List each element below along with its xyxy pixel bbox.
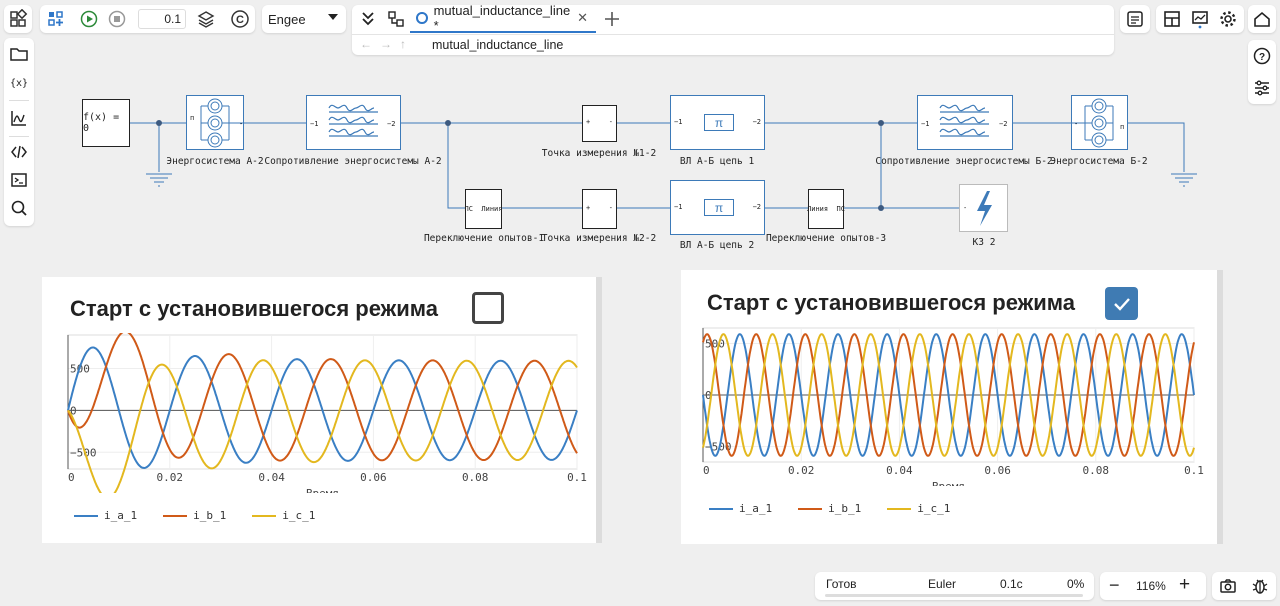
plot-title: Старт с установившегося режима — [707, 290, 1076, 315]
bug-icon[interactable] — [1246, 572, 1274, 600]
plot-area: 00.020.040.060.080.15000−500Время — [67, 333, 587, 493]
plot-frame — [67, 334, 578, 470]
measurement-point-2-label: Точка измерения №2-2 — [541, 233, 657, 244]
zoom-out-icon[interactable]: − — [1109, 575, 1120, 596]
legend-item[interactable]: i_a_1 — [74, 509, 137, 522]
switch-3-block[interactable]: Линия ПС — [807, 189, 845, 229]
fault-label: КЗ 2 — [972, 237, 996, 248]
port-minus-2: −2 — [999, 120, 1007, 128]
x-tick-label: 0.04 — [886, 464, 913, 477]
x-tick-label: 0.06 — [984, 464, 1011, 477]
x-axis-label: Время — [306, 487, 339, 493]
status-text: Готов — [826, 577, 857, 591]
power-system-a-label: Энергосистема А-2 — [166, 156, 264, 167]
power-system-b-label: Энергосистема Б-2 — [1050, 156, 1148, 167]
port-minus-1: −1 — [674, 203, 683, 211]
progress-text: 0% — [1067, 577, 1085, 591]
source-icon: - п — [1072, 98, 1124, 148]
port-minus-1: −1 — [310, 120, 318, 128]
plot-legend: i_a_1 i_b_1 i_c_1 — [74, 509, 315, 522]
time-text: 0.1с — [1000, 577, 1023, 591]
line-ab-2-label: ВЛ А-Б цепь 2 — [679, 240, 755, 251]
port-minus-2: −2 — [752, 118, 761, 126]
impedance-b-label: Сопротивление энергосистемы Б-2 — [875, 156, 1053, 167]
x-tick-label: 0.1 — [1184, 464, 1204, 477]
svg-text:-: - — [1074, 120, 1078, 128]
solver-config-block[interactable]: f(x) = 0 — [82, 99, 130, 147]
x-axis-label: Время — [932, 480, 965, 486]
status-bar: Готов Euler 0.1с 0% — [815, 572, 1094, 600]
progress-bar — [825, 594, 1083, 597]
legend-item[interactable]: i_b_1 — [798, 502, 861, 515]
line-ab-2-block[interactable]: −1 π −2 — [670, 180, 765, 235]
zoom-control: − 116% + — [1100, 572, 1206, 600]
switch-3-ports: Линия ПС — [807, 205, 845, 213]
x-tick-label: 0 — [68, 471, 75, 484]
svg-text:-: - — [239, 120, 243, 128]
x-tick-label: 0 — [703, 464, 710, 477]
port-minus-1: −1 — [921, 120, 929, 128]
scrollbar[interactable] — [1217, 270, 1223, 544]
zoom-in-icon[interactable]: + — [1179, 574, 1190, 596]
steady-state-checkbox[interactable] — [1105, 287, 1138, 320]
pi-section-icon: π — [704, 114, 734, 131]
solver-config-label: f(x) = 0 — [83, 112, 120, 134]
x-tick-label: 0.08 — [1083, 464, 1110, 477]
checkmark-icon — [1113, 297, 1130, 311]
legend-item[interactable]: i_a_1 — [709, 502, 772, 515]
plot-title: Старт с установившегося режима — [70, 296, 439, 321]
steady-state-checkbox[interactable] — [472, 292, 504, 324]
measurement-point-1-label: Точка измерения №1-2 — [541, 148, 657, 159]
port-n: п — [1120, 123, 1124, 131]
port-minus-1: −1 — [674, 118, 683, 126]
impedance-a-block[interactable]: −1 −2 — [306, 95, 401, 150]
legend-item[interactable]: i_c_1 — [887, 502, 950, 515]
mutual-inductance-icon: −1 −2 — [310, 104, 395, 137]
port-n: п — [190, 114, 194, 122]
switch-1-label: Переключение опытов-1 — [423, 233, 545, 244]
zoom-level: 116% — [1136, 579, 1166, 593]
legend-item[interactable]: i_b_1 — [163, 509, 226, 522]
plot-area: 00.020.040.060.080.15000−500Время — [702, 327, 1204, 486]
switch-3-label: Переключение опытов-3 — [765, 233, 887, 244]
legend-item[interactable]: i_c_1 — [252, 509, 315, 522]
port-minus-2: −2 — [752, 203, 761, 211]
x-tick-label: 0.1 — [567, 471, 587, 484]
plot-card-2: Старт с установившегося режима 0 0.02 0.04… — [681, 270, 1223, 544]
y-tick-label: 500 — [705, 337, 725, 350]
switch-1-ports: ПС Линия — [464, 205, 503, 213]
impedance-a-label: Сопротивление энергосистемы А-2 — [264, 156, 442, 167]
measurement-point-1-block[interactable]: + - — [582, 105, 617, 142]
line-ab-1-label: ВЛ А-Б цепь 1 — [679, 156, 755, 167]
x-tick-label: 0.02 — [788, 464, 815, 477]
mutual-inductance-icon: −1 −2 — [921, 104, 1007, 137]
x-tick-label: 0.04 — [258, 471, 285, 484]
screenshot-panel — [1212, 572, 1276, 600]
x-tick-label: 0.06 — [360, 471, 387, 484]
measurement-point-2-block[interactable]: + - — [582, 189, 617, 229]
port-minus-2: −2 — [387, 120, 395, 128]
x-tick-label: 0.02 — [157, 471, 184, 484]
plot-legend: i_a_1 i_b_1 i_c_1 — [709, 502, 950, 515]
switch-1-block[interactable]: ПС Линия — [465, 189, 502, 229]
source-icon: п - — [190, 98, 243, 148]
power-system-b-block[interactable]: - п — [1071, 95, 1128, 150]
pi-section-icon: π — [704, 199, 734, 216]
fault-block[interactable]: - — [959, 184, 1008, 232]
line-ab-1-block[interactable]: −1 π −2 — [670, 95, 765, 150]
x-tick-label: 0.08 — [462, 471, 489, 484]
camera-icon[interactable] — [1214, 572, 1242, 600]
scrollbar[interactable] — [596, 277, 602, 543]
plot-card-1: Старт с установившегося режима 0 0.02 0.04… — [42, 277, 602, 543]
impedance-b-block[interactable]: −1 −2 — [917, 95, 1013, 150]
power-system-a-block[interactable]: п - — [186, 95, 244, 150]
solver-text: Euler — [928, 577, 957, 591]
